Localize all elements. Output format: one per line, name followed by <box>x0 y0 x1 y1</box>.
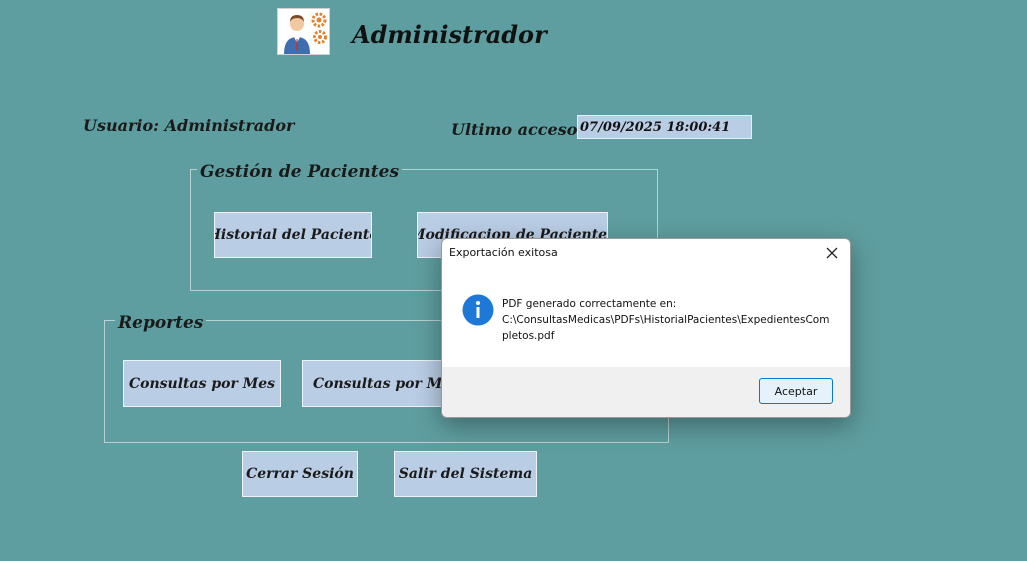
dialog-footer: Aceptar <box>442 367 850 417</box>
dialog-message: PDF generado correctamente en: C:\Consul… <box>502 296 832 344</box>
admin-gears-icon <box>284 12 327 54</box>
info-icon <box>462 294 494 326</box>
close-icon <box>826 247 838 259</box>
page-title: Administrador <box>352 20 547 49</box>
logout-button[interactable]: Cerrar Sesión <box>242 451 358 497</box>
dialog-body: PDF generado correctamente en: C:\Consul… <box>442 268 850 366</box>
dialog-message-line1: PDF generado correctamente en: <box>502 298 677 310</box>
dialog-message-path: C:\ConsultasMedicas\PDFs\HistorialPacien… <box>502 314 830 342</box>
user-label: Usuario: Administrador <box>83 116 295 135</box>
patient-history-button[interactable]: Historial del Paciente <box>214 212 372 258</box>
consults-by-month-button[interactable]: Consultas por Mes <box>123 360 281 407</box>
exit-system-button[interactable]: Salir del Sistema <box>394 451 537 497</box>
dialog-close-button[interactable] <box>818 241 846 265</box>
reports-group-legend: Reportes <box>115 313 207 333</box>
last-access-label: Ultimo acceso: <box>451 120 584 139</box>
admin-logo <box>277 8 330 55</box>
last-access-field[interactable]: 07/09/2025 18:00:41 <box>577 115 752 139</box>
patients-group-legend: Gestión de Pacientes <box>197 162 403 182</box>
dialog-title: Exportación exitosa <box>449 246 558 259</box>
export-success-dialog: Exportación exitosa PDF generado correct… <box>441 238 851 418</box>
accept-button[interactable]: Aceptar <box>759 378 833 404</box>
